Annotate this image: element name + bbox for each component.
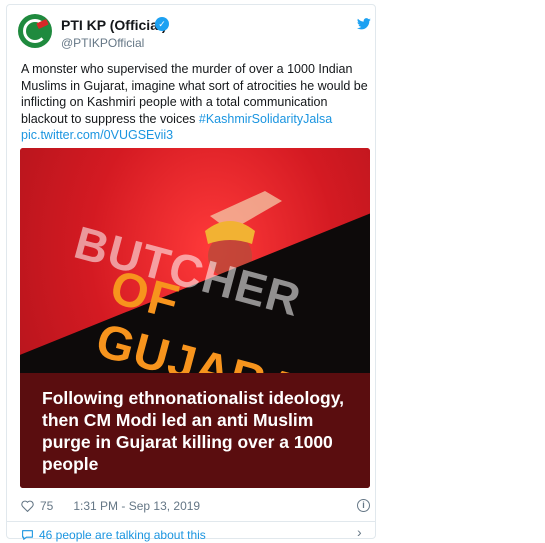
info-icon[interactable]: i [357, 499, 370, 512]
hashtag-link[interactable]: #KashmirSolidarityJalsa [199, 112, 332, 126]
user-handle[interactable]: @PTIKPOfficial [61, 36, 144, 50]
media-caption: Following ethnonationalist ideology, the… [42, 388, 345, 474]
display-name[interactable]: PTI KP (Official) [61, 17, 167, 33]
talking-count[interactable]: 46 people are talking about this [39, 528, 206, 542]
like-count[interactable]: 75 [40, 499, 53, 513]
verified-badge-icon: ✓ [155, 17, 169, 31]
tweet-text: A monster who supervised the murder of o… [21, 61, 371, 144]
tweet-card[interactable]: PTI KP (Official) ✓ @PTIKPOfficial A mon… [6, 4, 376, 542]
chevron-right-icon[interactable]: › [357, 524, 362, 540]
tweet-timestamp[interactable]: 1:31 PM - Sep 13, 2019 [73, 499, 200, 513]
heart-icon[interactable] [21, 500, 34, 512]
pic-link[interactable]: pic.twitter.com/0VUGSEvii3 [21, 128, 173, 142]
profile-avatar[interactable] [18, 14, 52, 48]
conversation-link[interactable]: 46 people are talking about this [21, 528, 206, 542]
twitter-bird-icon[interactable] [357, 18, 371, 30]
caption-box: Following ethnonationalist ideology, the… [20, 373, 370, 488]
tweet-media-image[interactable]: BUTCHER OF GUJARAT Following ethnonation… [20, 148, 370, 488]
divider [7, 521, 375, 522]
comment-bubble-icon [22, 530, 33, 540]
tweet-actions: 75 1:31 PM - Sep 13, 2019 [21, 499, 200, 513]
